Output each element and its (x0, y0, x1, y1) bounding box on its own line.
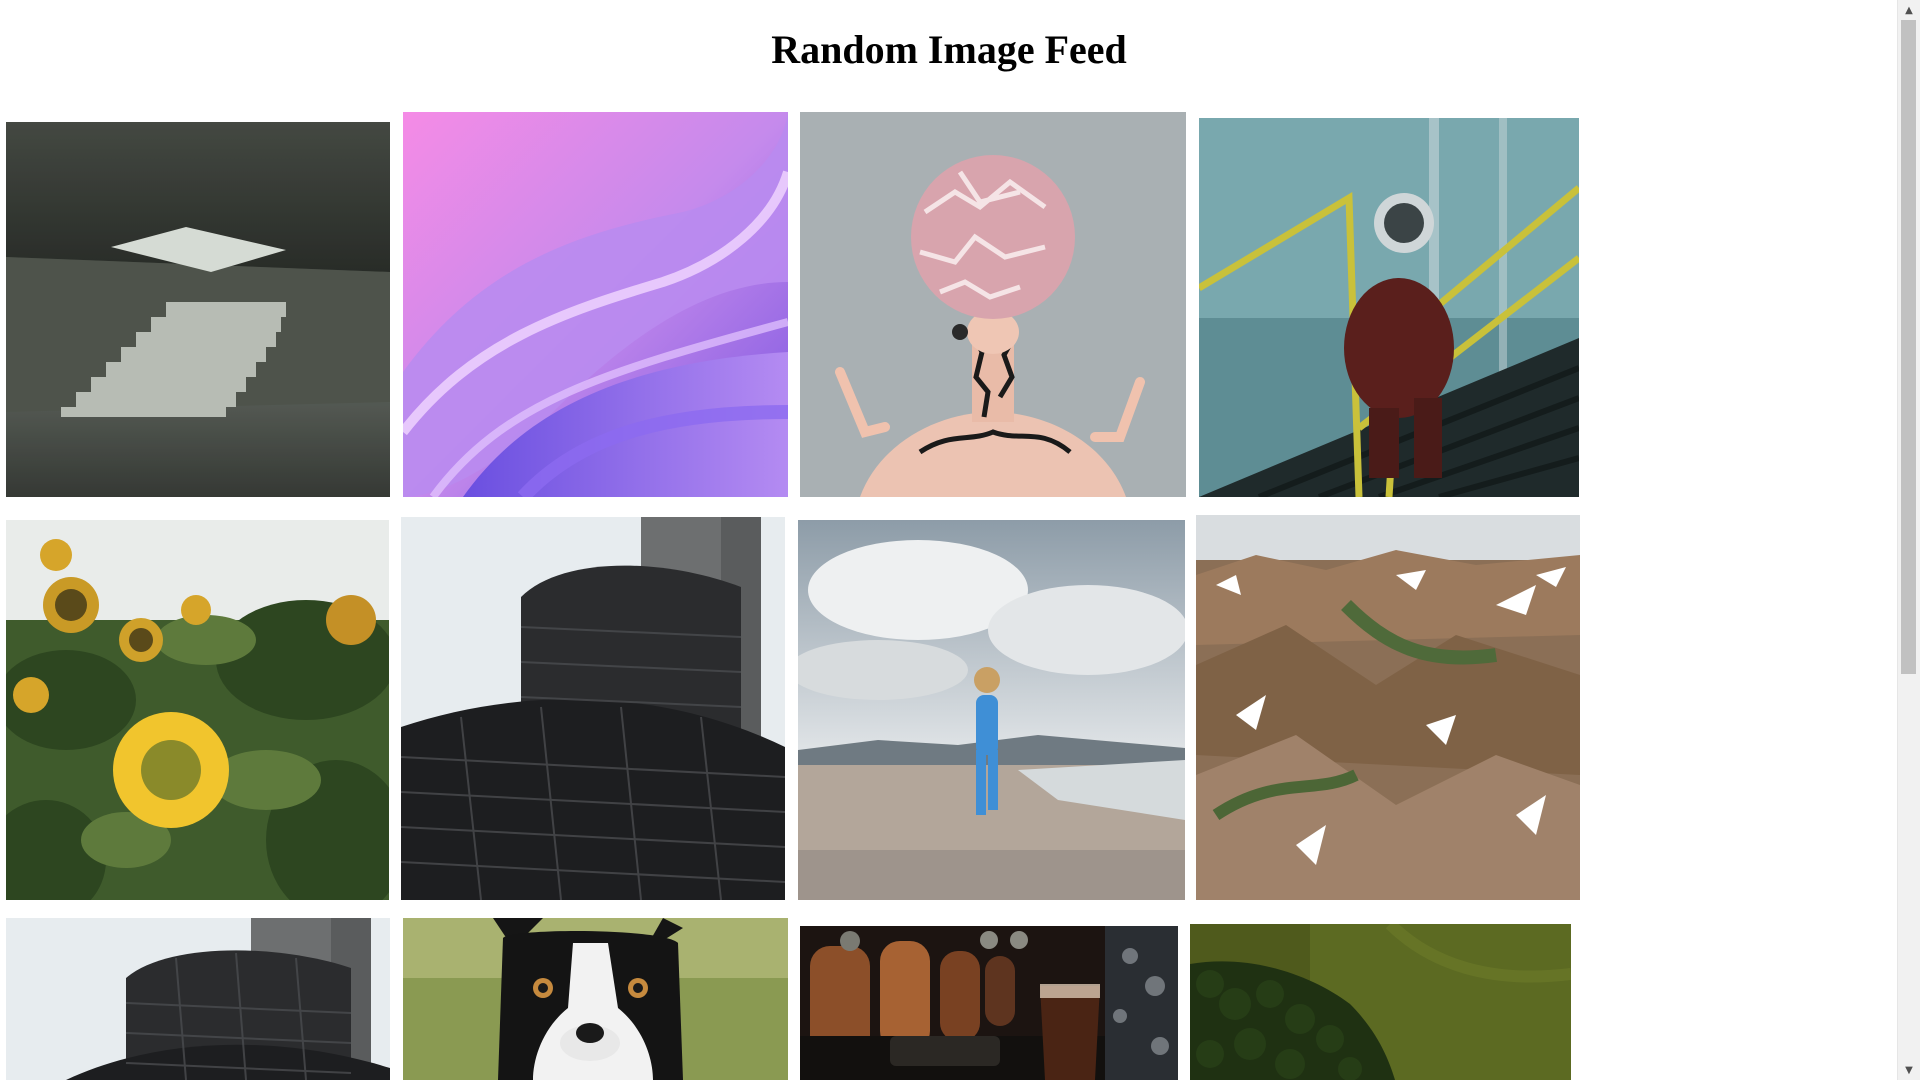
feed-image-forest[interactable] (1190, 924, 1571, 1080)
feed-image-mountains[interactable] (1196, 515, 1580, 900)
feed-image-astronaut-stairs[interactable] (1199, 118, 1579, 497)
triangle-up-icon[interactable]: ▲ (1898, 0, 1920, 20)
feed-image-dog[interactable] (403, 918, 788, 1080)
scrollbar-thumb[interactable] (1901, 20, 1916, 674)
feed-image-beach-walk[interactable] (798, 520, 1185, 900)
image-feed (0, 0, 1898, 1080)
page: Random Image Feed ▲ ▼ (0, 0, 1920, 1080)
triangle-down-icon[interactable]: ▼ (1898, 1060, 1920, 1080)
feed-image-dark-tower-2[interactable] (6, 918, 390, 1080)
feed-image-purple-waves[interactable] (403, 112, 788, 497)
feed-image-dark-tower[interactable] (401, 517, 785, 900)
feed-image-sphere-head-woman[interactable] (800, 112, 1186, 497)
vertical-scrollbar[interactable]: ▲ ▼ (1897, 0, 1920, 1080)
feed-image-sunflowers[interactable] (6, 520, 389, 900)
feed-image-cafe[interactable] (800, 926, 1178, 1080)
feed-image-staircase-room[interactable] (6, 122, 390, 497)
